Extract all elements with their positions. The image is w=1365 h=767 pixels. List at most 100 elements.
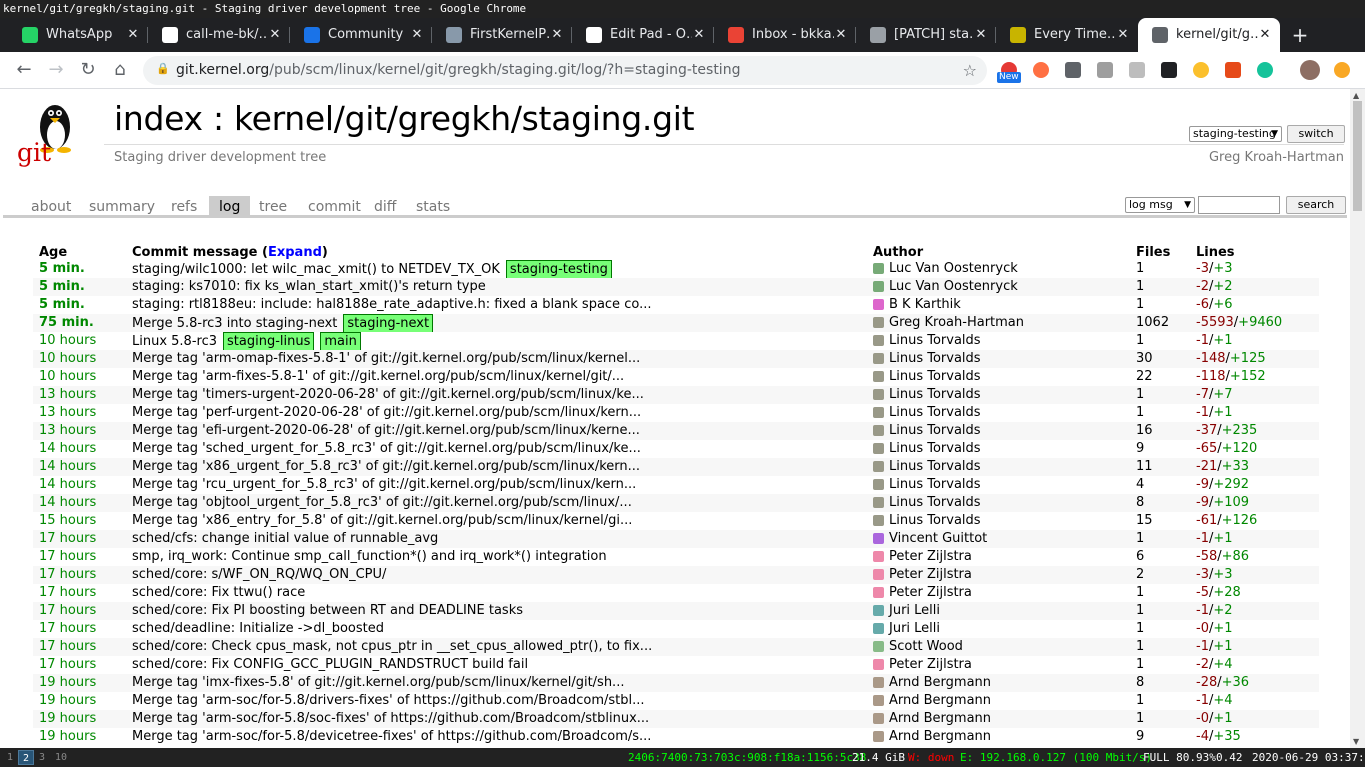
browser-tab[interactable]: kernel/git/g… ✕	[1138, 18, 1280, 52]
commit-row[interactable]: 10 hours Linux 5.8-rc3 staging-linus main Li…	[33, 332, 1319, 352]
commit-message-text[interactable]: Merge tag 'objtool_urgent_for_5.8_rc3' o…	[132, 495, 632, 510]
commit-row[interactable]: 17 hours sched/core: Fix ttwu() race Peter…	[33, 584, 1319, 602]
commit-message-text[interactable]: sched/core: Check cpus_mask, not cpus_pt…	[132, 639, 652, 654]
switch-button[interactable]: switch	[1287, 125, 1345, 143]
workspace-button[interactable]: 2	[18, 750, 34, 765]
commit-message[interactable]: Merge tag 'objtool_urgent_for_5.8_rc3' o…	[132, 494, 632, 512]
commit-message-text[interactable]: staging: ks7010: fix ks_wlan_start_xmit(…	[132, 279, 486, 294]
browser-tab[interactable]: Community ✕	[290, 18, 432, 52]
commit-message[interactable]: Merge tag 'sched_urgent_for_5.8_rc3' of …	[132, 440, 641, 458]
commit-message-text[interactable]: Merge tag 'efi-urgent-2020-06-28' of git…	[132, 423, 640, 438]
commit-message[interactable]: Linux 5.8-rc3 staging-linus main	[132, 332, 361, 352]
commit-message[interactable]: sched/core: Fix CONFIG_GCC_PLUGIN_RANDST…	[132, 656, 528, 674]
commit-message-text[interactable]: Merge tag 'sched_urgent_for_5.8_rc3' of …	[132, 441, 641, 456]
close-tab-icon[interactable]: ✕	[834, 18, 848, 52]
commit-message-text[interactable]: sched/core: Fix CONFIG_GCC_PLUGIN_RANDST…	[132, 657, 528, 672]
workspace-button[interactable]: 1	[2, 750, 18, 765]
close-tab-icon[interactable]: ✕	[1258, 18, 1272, 52]
close-tab-icon[interactable]: ✕	[974, 18, 988, 52]
commit-message-text[interactable]: Merge tag 'timers-urgent-2020-06-28' of …	[132, 387, 644, 402]
bookmark-star-icon[interactable]: ☆	[963, 56, 977, 85]
commit-message-text[interactable]: sched/core: Fix PI boosting between RT a…	[132, 603, 523, 618]
commit-row[interactable]: 14 hours Merge tag 'objtool_urgent_for_5.…	[33, 494, 1319, 512]
commit-message[interactable]: Merge tag 'arm-soc/for-5.8/devicetree-fi…	[132, 728, 651, 746]
nav-tab-about[interactable]: about	[21, 196, 81, 218]
nav-tab-summary[interactable]: summary	[79, 196, 165, 218]
extension-icon-7[interactable]	[1193, 62, 1209, 78]
commit-message[interactable]: staging/wilc1000: let wilc_mac_xmit() to…	[132, 260, 612, 280]
commit-message-text[interactable]: Merge tag 'arm-omap-fixes-5.8-1' of git:…	[132, 351, 640, 366]
commit-message[interactable]: staging: ks7010: fix ks_wlan_start_xmit(…	[132, 278, 486, 296]
profile-avatar[interactable]	[1300, 60, 1320, 80]
search-button[interactable]: search	[1286, 196, 1346, 214]
nav-tab-log[interactable]: log	[209, 196, 251, 218]
commit-row[interactable]: 17 hours sched/deadline: Initialize ->dl_…	[33, 620, 1319, 638]
branch-decoration[interactable]: staging-linus	[223, 332, 315, 352]
nav-tab-stats[interactable]: stats	[406, 196, 460, 218]
commit-message-text[interactable]: staging/wilc1000: let wilc_mac_xmit() to…	[132, 262, 500, 277]
cgit-logo-icon[interactable]: git	[15, 97, 91, 169]
commit-message[interactable]: Merge 5.8-rc3 into staging-next staging-n…	[132, 314, 434, 334]
branch-select[interactable]: staging-testing ▼	[1189, 126, 1282, 142]
scroll-up-icon[interactable]: ▲	[1353, 91, 1359, 100]
commit-message-text[interactable]: Merge tag 'rcu_urgent_for_5.8_rc3' of gi…	[132, 477, 636, 492]
browser-tab[interactable]: Inbox - bkka…✕	[714, 18, 856, 52]
commit-row[interactable]: 5 min. staging: ks7010: fix ks_wlan_start…	[33, 278, 1319, 296]
commit-message-text[interactable]: Merge tag 'arm-soc/for-5.8/drivers-fixes…	[132, 693, 645, 708]
address-bar[interactable]: 🔒 git.kernel.org/pub/scm/linux/kernel/gi…	[143, 56, 987, 85]
commit-message[interactable]: sched/core: Check cpus_mask, not cpus_pt…	[132, 638, 652, 656]
commit-row[interactable]: 17 hours sched/core: Fix PI boosting betw…	[33, 602, 1319, 620]
commit-message-text[interactable]: sched/cfs: change initial value of runna…	[132, 531, 438, 546]
close-tab-icon[interactable]: ✕	[126, 18, 140, 52]
search-scope-select[interactable]: log msg ▼	[1125, 197, 1195, 213]
commit-message[interactable]: Merge tag 'rcu_urgent_for_5.8_rc3' of gi…	[132, 476, 636, 494]
close-tab-icon[interactable]: ✕	[550, 18, 564, 52]
browser-tab[interactable]: call-me-bk/… ✕	[148, 18, 290, 52]
commit-row[interactable]: 13 hours Merge tag 'efi-urgent-2020-06-28…	[33, 422, 1319, 440]
commit-message-text[interactable]: staging: rtl8188eu: include: hal8188e_ra…	[132, 297, 651, 312]
commit-message-text[interactable]: Linux 5.8-rc3	[132, 334, 217, 349]
commit-message[interactable]: sched/core: Fix ttwu() race	[132, 584, 305, 602]
commit-message-text[interactable]: Merge tag 'x86_entry_for_5.8' of git://g…	[132, 513, 632, 528]
close-tab-icon[interactable]: ✕	[268, 18, 282, 52]
commit-message-text[interactable]: Merge tag 'x86_urgent_for_5.8_rc3' of gi…	[132, 459, 640, 474]
commit-row[interactable]: 13 hours Merge tag 'timers-urgent-2020-06…	[33, 386, 1319, 404]
url-text[interactable]: git.kernel.org/pub/scm/linux/kernel/git/…	[176, 56, 740, 85]
commit-row[interactable]: 19 hours Merge tag 'arm-soc/for-5.8/soc-f…	[33, 710, 1319, 728]
browser-tab[interactable]: [PATCH] sta… ✕	[856, 18, 996, 52]
close-tab-icon[interactable]: ✕	[692, 18, 706, 52]
commit-row[interactable]: 19 hours Merge tag 'arm-soc/for-5.8/drive…	[33, 692, 1319, 710]
browser-tab[interactable]: Edit Pad - O… ✕	[572, 18, 714, 52]
browser-tab[interactable]: Every Time… ✕	[996, 18, 1138, 52]
commit-message-text[interactable]: Merge tag 'arm-soc/for-5.8/devicetree-fi…	[132, 729, 651, 744]
commit-message[interactable]: Merge tag 'perf-urgent-2020-06-28' of gi…	[132, 404, 641, 422]
page-scrollbar[interactable]: ▲ ▼	[1350, 89, 1365, 748]
commit-message[interactable]: sched/cfs: change initial value of runna…	[132, 530, 438, 548]
commit-row[interactable]: 5 min. staging: rtl8188eu: include: hal81…	[33, 296, 1319, 314]
browser-tab[interactable]: FirstKernelP…✕	[432, 18, 572, 52]
commit-message[interactable]: sched/core: Fix PI boosting between RT a…	[132, 602, 523, 620]
new-tab-button[interactable]: +	[1289, 18, 1311, 52]
home-icon[interactable]: ⌂	[108, 58, 132, 82]
commit-message[interactable]: Merge tag 'efi-urgent-2020-06-28' of git…	[132, 422, 640, 440]
workspace-button[interactable]: 3	[34, 750, 50, 765]
extension-icon-6[interactable]	[1161, 62, 1177, 78]
nav-tab-refs[interactable]: refs	[161, 196, 207, 218]
commit-message-text[interactable]: sched/core: Fix ttwu() race	[132, 585, 305, 600]
reload-icon[interactable]: ↻	[76, 58, 100, 82]
commit-message-text[interactable]: smp, irq_work: Continue smp_call_functio…	[132, 549, 607, 564]
branch-decoration[interactable]: staging-testing	[505, 260, 612, 280]
commit-row[interactable]: 19 hours Merge tag 'imx-fixes-5.8' of git…	[33, 674, 1319, 692]
commit-row[interactable]: 17 hours sched/core: Check cpus_mask, not…	[33, 638, 1319, 656]
commit-message-text[interactable]: Merge tag 'imx-fixes-5.8' of git://git.k…	[132, 675, 624, 690]
commit-row[interactable]: 14 hours Merge tag 'sched_urgent_for_5.8_…	[33, 440, 1319, 458]
commit-message[interactable]: sched/deadline: Initialize ->dl_boosted	[132, 620, 384, 638]
commit-message[interactable]: Merge tag 'x86_entry_for_5.8' of git://g…	[132, 512, 632, 530]
extension-icon-8[interactable]	[1225, 62, 1241, 78]
extension-icon-4[interactable]	[1097, 62, 1113, 78]
commit-row[interactable]: 13 hours Merge tag 'perf-urgent-2020-06-2…	[33, 404, 1319, 422]
update-icon[interactable]	[1334, 62, 1350, 78]
nav-tab-diff[interactable]: diff	[364, 196, 406, 218]
commit-message[interactable]: Merge tag 'arm-soc/for-5.8/soc-fixes' of…	[132, 710, 649, 728]
search-input[interactable]	[1198, 196, 1280, 214]
